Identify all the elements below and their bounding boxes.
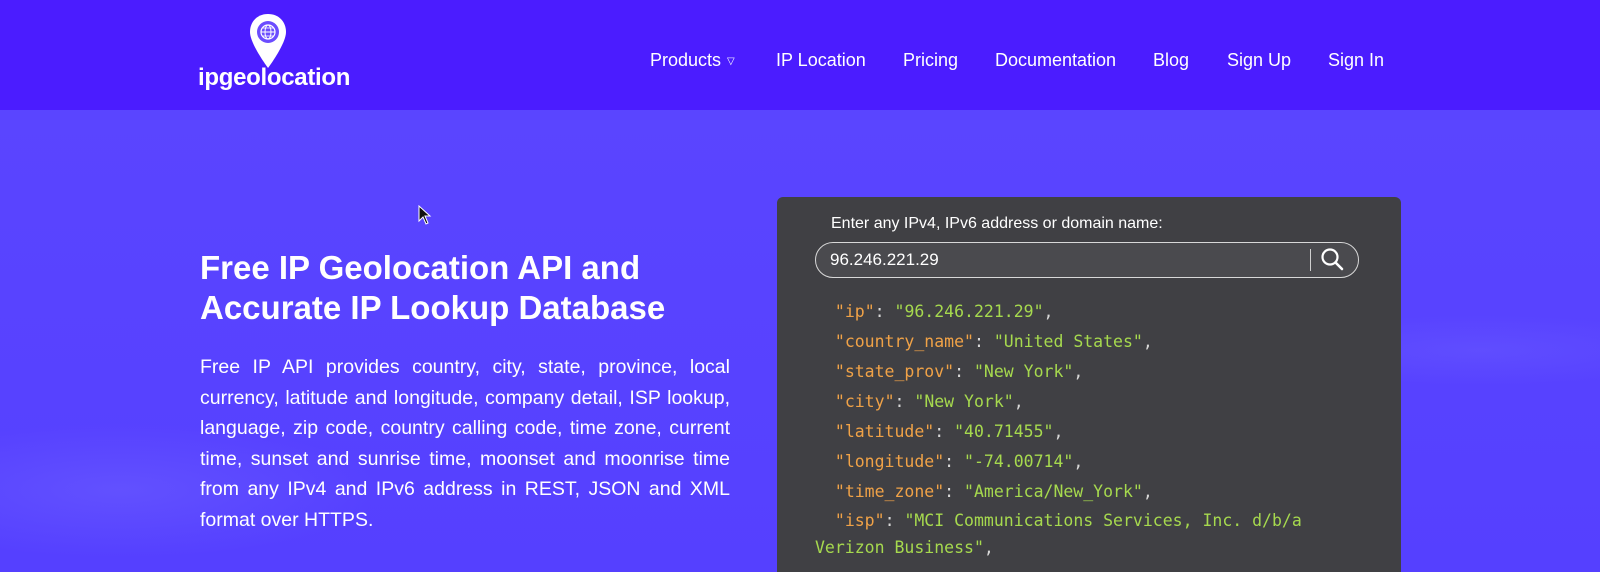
json-value: "New York" [973,362,1074,381]
site-header: ipgeolocation Products ▽ IP Location Pric… [0,0,1600,110]
json-key: "country_name" [834,332,974,351]
json-value: "MCI Communications Services, Inc. d/b/a… [815,511,1312,557]
json-key: "state_prov" [834,362,955,381]
json-result: "ip": "96.246.221.29", "country_name": "… [815,297,1375,561]
nav-item-products[interactable]: Products ▽ [650,50,735,71]
json-key: "ip" [834,302,875,321]
ip-lookup-card: Enter any IPv4, IPv6 address or domain n… [777,197,1401,572]
json-key: "city" [834,392,895,411]
json-value: "United States" [993,332,1143,351]
json-line: "isp": "MCI Communications Services, Inc… [815,511,1312,557]
search-icon[interactable] [1318,245,1348,275]
chevron-down-icon: ▽ [727,55,735,67]
search-divider [1310,249,1311,271]
nav-item-pricing[interactable]: Pricing [903,50,958,71]
json-line: "latitude": "40.71455", [834,422,1064,441]
mouse-cursor-icon [418,205,432,225]
json-line: "country_name": "United States", [834,332,1153,351]
json-value: "-74.00714" [964,452,1074,471]
json-key: "latitude" [834,422,935,441]
json-key: "time_zone" [834,482,945,501]
json-value: "America/New_York" [964,482,1143,501]
json-value: "96.246.221.29" [894,302,1044,321]
json-key: "longitude" [834,452,945,471]
nav-item-label: Products [650,50,722,70]
hero-title: Free IP Geolocation API and Accurate IP … [200,249,666,326]
json-value: "40.71455" [954,422,1054,441]
json-line: "time_zone": "America/New_York", [834,482,1153,501]
json-line: "longitude": "-74.00714", [834,452,1084,471]
nav-item-ip-location[interactable]: IP Location [776,50,866,71]
json-line: "ip": "96.246.221.29", [834,302,1054,321]
json-key: "isp" [834,511,885,530]
ip-search-box [815,242,1359,278]
main-nav: Products ▽ IP Location Pricing Documentat… [0,50,1600,74]
ip-search-input[interactable] [830,243,1300,277]
json-line: "state_prov": "New York", [834,362,1084,381]
nav-item-documentation[interactable]: Documentation [995,50,1116,71]
nav-item-blog[interactable]: Blog [1153,50,1189,71]
nav-item-sign-in[interactable]: Sign In [1328,50,1384,71]
hero-description: Free IP API provides country, city, stat… [200,356,730,531]
lookup-label: Enter any IPv4, IPv6 address or domain n… [831,215,1163,232]
nav-item-sign-up[interactable]: Sign Up [1227,50,1291,71]
json-value: "New York" [914,392,1014,411]
json-line: "city": "New York", [834,392,1024,411]
